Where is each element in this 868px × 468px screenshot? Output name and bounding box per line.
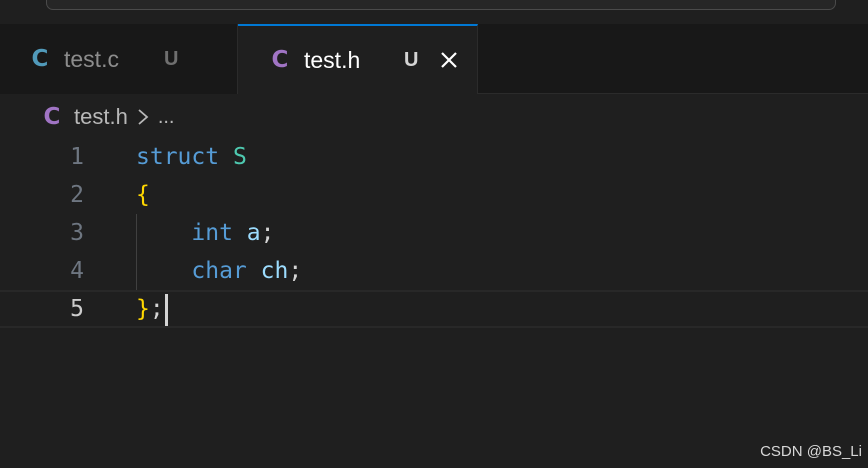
punctuation-token: ; — [260, 220, 275, 246]
type-name-token: S — [232, 144, 247, 170]
line-number: 1 — [70, 144, 84, 170]
breadcrumb-symbols[interactable]: ... — [158, 106, 175, 129]
identifier-token: a — [246, 220, 261, 246]
watermark: CSDN @BS_Li — [760, 443, 862, 460]
code-content: int a; — [136, 214, 275, 252]
tab-label: test.c — [64, 45, 119, 72]
c-header-icon: C — [43, 104, 61, 130]
close-icon[interactable] — [439, 50, 459, 70]
keyword-token: int — [191, 220, 233, 246]
punctuation-token: ; — [149, 296, 164, 322]
code-content: struct S — [136, 138, 247, 176]
line-number: 3 — [70, 220, 84, 246]
code-line[interactable]: 3 int a; — [0, 214, 868, 252]
tab-label: test.h — [304, 46, 361, 73]
indent-token — [136, 220, 191, 246]
code-content: char ch; — [136, 252, 302, 290]
untracked-badge: U — [404, 48, 419, 71]
title-bar — [0, 0, 868, 22]
punctuation-token: ; — [288, 258, 303, 284]
code-line[interactable]: 1 struct S — [0, 138, 868, 176]
line-number: 2 — [70, 182, 84, 208]
code-line[interactable]: 2 { — [0, 176, 868, 214]
breadcrumb: C test.h ... — [0, 96, 868, 138]
code-content: { — [136, 176, 150, 214]
line-number: 4 — [70, 258, 84, 284]
code-content: }; — [136, 290, 168, 328]
code-editor[interactable]: 1 struct S 2 { 3 int a; 4 char ch; 5 }; — [0, 138, 868, 468]
c-header-icon: C — [271, 47, 289, 73]
keyword-token: struct — [136, 144, 220, 170]
tab-test-h[interactable]: C test.h U — [238, 24, 478, 94]
indent-token — [136, 258, 191, 284]
untracked-badge: U — [164, 47, 179, 70]
code-line[interactable]: 4 char ch; — [0, 252, 868, 290]
editor-tab-bar: C test.c U C test.h U — [0, 24, 868, 94]
text-cursor — [164, 293, 168, 326]
command-center[interactable] — [46, 0, 836, 10]
keyword-token: char — [191, 258, 247, 284]
brace-token: { — [136, 182, 150, 208]
breadcrumb-file[interactable]: test.h — [74, 104, 128, 130]
tab-test-c[interactable]: C test.c U — [0, 24, 238, 94]
identifier-token: ch — [260, 258, 289, 284]
chevron-right-icon — [138, 109, 149, 125]
code-line-current[interactable]: 5 }; — [0, 290, 868, 328]
line-number: 5 — [70, 296, 84, 322]
c-language-icon: C — [31, 46, 49, 72]
brace-token: } — [136, 296, 150, 322]
